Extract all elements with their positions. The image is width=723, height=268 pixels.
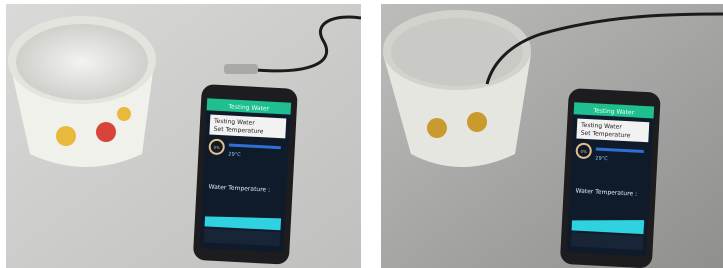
temperature-reading: 29°C bbox=[595, 155, 608, 162]
cartoon-character-icon bbox=[427, 118, 447, 138]
photo-right: Testing Water Testing Water Set Temperat… bbox=[381, 4, 723, 268]
right-photo-scene: Testing Water Testing Water Set Temperat… bbox=[381, 4, 723, 268]
left-photo-scene: Testing Water Testing Water Set Temperat… bbox=[6, 4, 361, 268]
photo-left: Testing Water Testing Water Set Temperat… bbox=[6, 4, 361, 268]
temperature-reading: 29°C bbox=[228, 151, 241, 158]
phone: Testing Water Testing Water Set Temperat… bbox=[560, 88, 661, 268]
gauge-value: 0% bbox=[213, 145, 220, 150]
probe-tip bbox=[224, 64, 258, 74]
cartoon-character-icon bbox=[56, 126, 76, 146]
cartoon-character-icon bbox=[96, 122, 116, 142]
gauge-value: 0% bbox=[580, 149, 587, 154]
cup bbox=[8, 16, 156, 167]
phone: Testing Water Testing Water Set Temperat… bbox=[193, 84, 298, 265]
cartoon-character-icon bbox=[467, 112, 487, 132]
cartoon-character-icon bbox=[117, 107, 131, 121]
